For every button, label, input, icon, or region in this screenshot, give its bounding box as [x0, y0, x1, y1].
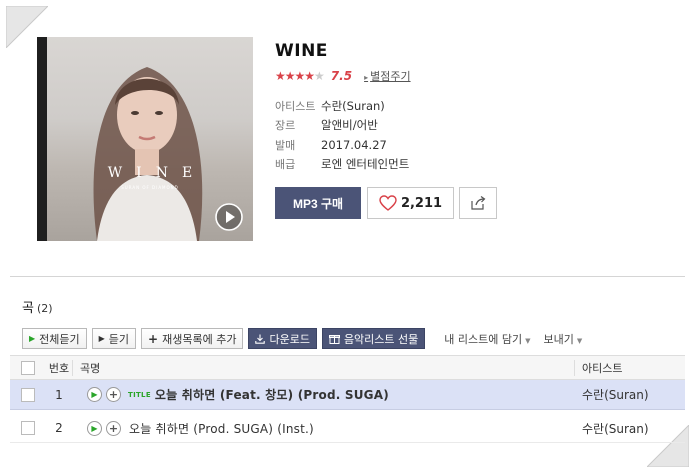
row-artist[interactable]: 수란(Suran)	[574, 420, 685, 437]
dropdown-arrow-icon: ▼	[576, 336, 583, 345]
row-checkbox-cell	[10, 421, 46, 435]
play-icon: ▶	[29, 334, 36, 343]
song-table: 번호 곡명 아티스트 1 ▶ + TITLE 오늘 취하면 (Feat. 창모)…	[10, 355, 685, 443]
row-add-icon[interactable]: +	[106, 420, 121, 436]
song-toolbar: ▶ 전체듣기 ▶ 듣기 + 재생목록에 추가 다운로드 음악리스트 선물 내 리스트에…	[22, 328, 582, 349]
meta-key: 배급	[275, 158, 296, 172]
header-name: 곡명	[72, 359, 574, 376]
row-num: 1	[55, 387, 63, 402]
meta-artist-link[interactable]: 수란(Suran)	[321, 98, 385, 114]
download-icon	[255, 334, 266, 344]
meta-value: 2017.04.27	[321, 137, 387, 152]
cover-title-text: WINE	[107, 165, 207, 181]
row-artist[interactable]: 수란(Suran)	[574, 386, 685, 403]
select-all-checkbox-cell	[10, 360, 46, 375]
dropdown-arrow-icon: ▼	[525, 336, 531, 345]
row-name-cell: ▶ + 오늘 취하면 (Prod. SUGA) (Inst.)	[72, 420, 574, 437]
share-button[interactable]	[459, 187, 497, 219]
row-checkbox[interactable]	[21, 421, 35, 435]
row-checkbox[interactable]	[21, 387, 35, 402]
select-all-checkbox[interactable]	[21, 360, 35, 375]
like-count: 2,211	[400, 195, 443, 211]
meta-key: 장르	[275, 119, 296, 133]
songs-heading-label: 곡	[22, 301, 34, 316]
like-button[interactable]: 2,211	[367, 187, 454, 219]
plus-icon: +	[148, 331, 159, 346]
meta-value: 로엔 엔터테인먼트	[321, 157, 410, 172]
table-row[interactable]: 1 ▶ + TITLE 오늘 취하면 (Feat. 창모) (Prod. SUG…	[10, 380, 685, 410]
row-play-icon[interactable]: ▶	[87, 420, 102, 436]
rate-link[interactable]: ▸ 별점주기	[364, 68, 411, 84]
table-row[interactable]: 2 ▶ + 오늘 취하면 (Prod. SUGA) (Inst.) 수란(Sur…	[10, 414, 685, 443]
row-play-icon[interactable]: ▶	[87, 387, 102, 402]
download-button[interactable]: 다운로드	[248, 328, 317, 349]
table-header: 번호 곡명 아티스트	[10, 355, 685, 380]
play-icon: ▶	[98, 334, 105, 343]
meta-row-genre: 장르 알앤비/어반	[275, 116, 409, 136]
songs-count: (2)	[36, 302, 53, 315]
row-checkbox-cell	[10, 387, 46, 402]
song-name[interactable]: 오늘 취하면 (Feat. 창모) (Prod. SUGA)	[155, 386, 389, 403]
row-add-icon[interactable]: +	[106, 387, 121, 402]
meta-key: 아티스트	[275, 99, 316, 113]
arrow-right-icon: ▸	[364, 73, 369, 82]
song-name[interactable]: 오늘 취하면 (Prod. SUGA) (Inst.)	[129, 420, 314, 437]
mp3-buy-button[interactable]: MP3 구매	[275, 187, 361, 219]
meta-value: 알앤비/어반	[321, 118, 378, 133]
share-icon	[471, 196, 486, 210]
send-dropdown[interactable]: 보내기 ▼	[544, 331, 583, 347]
add-playlist-button[interactable]: + 재생목록에 추가	[141, 328, 244, 349]
album-title: WINE	[275, 41, 328, 61]
section-divider	[10, 276, 685, 277]
cover-portrait-image	[93, 67, 203, 241]
meta-row-release: 발매 2017.04.27	[275, 135, 409, 155]
play-all-button[interactable]: ▶ 전체듣기	[22, 328, 87, 349]
heart-icon	[379, 195, 397, 211]
songs-heading: 곡 (2)	[22, 297, 53, 316]
rating-stars-icon: ★★★★★	[275, 69, 325, 83]
gift-button[interactable]: 음악리스트 선물	[321, 328, 426, 349]
rating-row: ★★★★★ 7.5 ▸ 별점주기	[275, 68, 411, 84]
album-meta: 아티스트 수란(Suran) 장르 알앤비/어반 발매 2017.04.27 배…	[275, 96, 409, 174]
rating-value: 7.5	[330, 69, 353, 83]
cover-subtitle-text: SURAN OF DIAMOND	[121, 185, 179, 190]
title-badge: TITLE	[128, 390, 151, 399]
play-button[interactable]: ▶ 듣기	[91, 328, 137, 349]
row-name-cell: ▶ + TITLE 오늘 취하면 (Feat. 창모) (Prod. SUGA)	[72, 386, 574, 403]
gift-icon	[328, 335, 340, 344]
row-num: 2	[55, 421, 63, 435]
cover-play-icon[interactable]	[215, 203, 243, 231]
meta-row-distributor: 배급 로엔 엔터테인먼트	[275, 155, 409, 175]
add-mylist-dropdown[interactable]: 내 리스트에 담기 ▼	[444, 331, 530, 347]
header-num: 번호	[48, 361, 70, 375]
header-artist: 아티스트	[574, 359, 685, 376]
meta-key: 발매	[275, 138, 296, 152]
meta-row-artist: 아티스트 수란(Suran)	[275, 96, 409, 116]
